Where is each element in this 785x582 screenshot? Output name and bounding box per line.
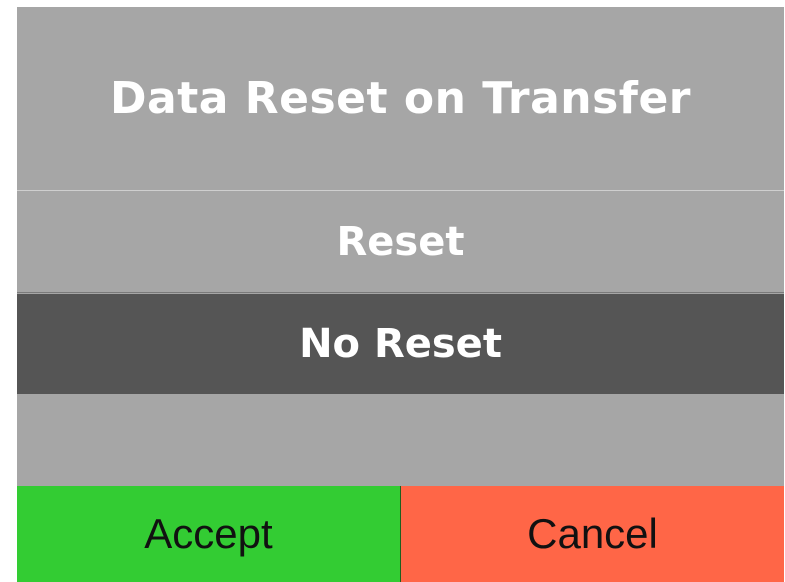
option-no-reset-label: No Reset <box>299 321 502 367</box>
cancel-button-label: Cancel <box>527 510 658 557</box>
option-reset-label: Reset <box>336 218 465 265</box>
empty-list-area <box>17 394 784 486</box>
option-reset[interactable]: Reset <box>17 191 784 292</box>
accept-button[interactable]: Accept <box>17 486 400 582</box>
option-no-reset[interactable]: No Reset <box>17 294 784 394</box>
option-divider <box>17 292 784 293</box>
cancel-button[interactable]: Cancel <box>401 486 784 582</box>
data-reset-dialog: Data Reset on Transfer Reset No Reset Ac… <box>17 7 784 582</box>
accept-button-label: Accept <box>144 510 273 557</box>
dialog-title-bar: Data Reset on Transfer <box>17 7 784 190</box>
dialog-title: Data Reset on Transfer <box>109 73 691 124</box>
